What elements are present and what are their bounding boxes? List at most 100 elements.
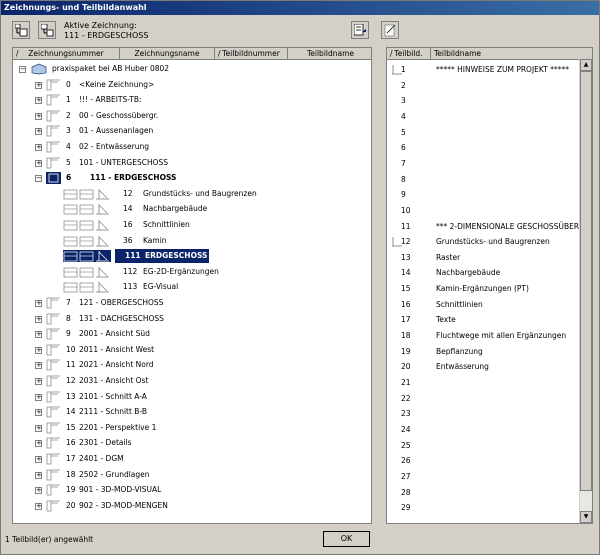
list-item[interactable]: 27	[387, 470, 579, 483]
tree-node[interactable]: +4 02 - Entwässerung	[35, 140, 355, 154]
tree-node[interactable]: 12 Grundstücks- und Baugrenzen	[63, 187, 371, 201]
tree-node[interactable]: 36 Kamin	[63, 234, 371, 248]
expand-icon[interactable]: +	[35, 331, 42, 339]
expand-icon[interactable]: +	[35, 378, 42, 385]
expand-icon[interactable]: +	[35, 346, 42, 354]
tree-node[interactable]: +15 2201 - Perspektive 1	[35, 421, 355, 435]
tree-node[interactable]: 16 Schnittlinien	[63, 218, 371, 232]
expand-icon[interactable]: +	[35, 159, 42, 167]
tree-node[interactable]: +17 2401 - DGM	[35, 452, 355, 466]
tree-root[interactable]: − praxispaket bei AB Huber 0802	[19, 62, 359, 76]
scroll-thumb[interactable]	[580, 71, 592, 491]
teilbild-status-icon[interactable]	[63, 188, 111, 200]
expand-icon[interactable]: +	[35, 456, 42, 463]
expand-icon[interactable]: +	[35, 393, 42, 401]
tree-node[interactable]: +2 00 - Geschossübergr.	[35, 109, 355, 123]
tree-node[interactable]: +9 2001 - Ansicht Süd	[35, 327, 355, 341]
list-item[interactable]: 4	[387, 110, 579, 123]
col-zeichnungsname[interactable]: Zeichnungsname	[120, 48, 215, 59]
tree-node[interactable]: +8 131 - DACHGESCHOSS	[35, 312, 355, 326]
list-item[interactable]: 12 Grundstücks- und Baugrenzen	[387, 235, 579, 248]
tree-node[interactable]: +12 2031 - Ansicht Ost	[35, 374, 355, 388]
list-item[interactable]: 19 Bepflanzung	[387, 345, 579, 358]
list-item[interactable]: 16 Schnittlinien	[387, 298, 579, 311]
list-item[interactable]: 23	[387, 407, 579, 420]
assign-button[interactable]	[351, 21, 369, 39]
scroll-up-icon[interactable]: ▲	[580, 59, 592, 71]
list-item[interactable]: 29	[387, 501, 579, 514]
tree-node[interactable]: +1 !!! - ARBEITS-TB:	[35, 93, 355, 107]
list-item[interactable]: 14 Nachbargebäude	[387, 266, 579, 279]
tree-view-button[interactable]	[12, 21, 30, 39]
list-item[interactable]: 18 Fluchtwege mit allen Ergänzungen	[387, 329, 579, 342]
list-item[interactable]: 1 ***** HINWEISE ZUM PROJEKT *****	[387, 63, 579, 76]
expand-icon[interactable]: +	[35, 440, 42, 448]
teilbild-status-icon[interactable]	[63, 266, 111, 278]
list-item[interactable]: 26	[387, 454, 579, 467]
list-item[interactable]: 17 Texte	[387, 313, 579, 326]
edit-teilbild-button[interactable]	[381, 21, 399, 39]
list-item[interactable]: 9	[387, 188, 579, 201]
tree-node[interactable]: 113 EG-Visual	[63, 280, 371, 294]
expand-icon[interactable]: +	[35, 144, 42, 151]
expand-icon[interactable]: +	[35, 424, 42, 432]
teilbild-list-pane[interactable]: / Teilbild. Teilbildname 1 ***** HINWEISE …	[386, 47, 593, 524]
list-item[interactable]: 22	[387, 392, 579, 405]
tree-node[interactable]: 112 EG-2D-Ergänzungen	[63, 265, 371, 279]
teilbild-status-icon[interactable]	[63, 250, 111, 263]
expand-icon[interactable]: +	[35, 315, 42, 323]
col-teilbild[interactable]: / Teilbild.	[387, 48, 431, 59]
teilbild-status-icon[interactable]	[63, 219, 111, 231]
tree-node[interactable]: +14 2111 - Schnitt B-B	[35, 405, 355, 419]
list-item[interactable]: 8	[387, 173, 579, 186]
expand-icon[interactable]: +	[35, 362, 42, 370]
vertical-scrollbar[interactable]: ▲ ▼	[579, 59, 592, 523]
list-item[interactable]: 15 Kamin-Ergänzungen (PT)	[387, 282, 579, 295]
list-item[interactable]: 2	[387, 79, 579, 92]
tree-node[interactable]: +10 2011 - Ansicht West	[35, 343, 355, 357]
tree-node[interactable]: − 6 111 - ERDGESCHOSS	[35, 171, 355, 185]
list-item[interactable]: 28	[387, 486, 579, 499]
collapse-icon[interactable]: −	[35, 175, 42, 183]
drawing-tree-pane[interactable]: / Zeichnungsnummer Zeichnungsname / Teilbi…	[12, 47, 372, 524]
expand-icon[interactable]: +	[35, 409, 42, 417]
list-item[interactable]: 13 Raster	[387, 251, 579, 264]
teilbild-status-icon[interactable]	[63, 235, 111, 247]
expand-icon[interactable]: +	[35, 502, 42, 510]
list-item[interactable]: 20 Entwässerung	[387, 360, 579, 373]
tree-node[interactable]: +18 2502 - Grundlagen	[35, 468, 355, 482]
tree-node[interactable]: 14 Nachbargebäude	[63, 202, 371, 216]
tree-node[interactable]: +5 101 - UNTERGESCHOSS	[35, 156, 355, 170]
expand-icon[interactable]: +	[35, 97, 42, 105]
tree-node[interactable]: +0 <Keine Zeichnung>	[35, 78, 355, 92]
ok-button[interactable]: OK	[323, 531, 370, 547]
list-item[interactable]: 21	[387, 376, 579, 389]
col-teilbildname[interactable]: Teilbildname	[288, 48, 371, 59]
list-item[interactable]: 6	[387, 141, 579, 154]
tree-node[interactable]: +19 901 - 3D-MOD-VISUAL	[35, 483, 355, 497]
tree-node[interactable]: 111 ERDGESCHOSS	[63, 249, 371, 264]
expand-icon[interactable]: +	[35, 81, 42, 89]
list-item[interactable]: 24	[387, 423, 579, 436]
list-item[interactable]: 3	[387, 94, 579, 107]
col-teilbildname-right[interactable]: Teilbildname	[431, 48, 592, 59]
teilbild-status-icon[interactable]	[63, 281, 111, 293]
tree-node[interactable]: +11 2021 - Ansicht Nord	[35, 358, 355, 372]
expand-icon[interactable]: +	[35, 128, 42, 136]
expand-icon[interactable]: +	[35, 487, 42, 495]
expand-icon[interactable]: +	[35, 471, 42, 479]
list-item[interactable]: 25	[387, 439, 579, 452]
list-item[interactable]: 5	[387, 126, 579, 139]
tree-node[interactable]: +16 2301 - Details	[35, 436, 355, 450]
tree-node[interactable]: +3 01 - Aussenanlagen	[35, 124, 355, 138]
list-item[interactable]: 10	[387, 204, 579, 217]
expand-icon[interactable]: +	[35, 112, 42, 120]
tree-node[interactable]: +7 121 - OBERGESCHOSS	[35, 296, 355, 310]
teilbild-status-icon[interactable]	[63, 203, 111, 215]
list-item[interactable]: 11 *** 2-DIMENSIONALE GESCHOSSÜBERGREIF	[387, 220, 592, 233]
expand-icon[interactable]: +	[35, 300, 42, 307]
structure-view-button[interactable]	[38, 21, 56, 39]
tree-node[interactable]: +13 2101 - Schnitt A-A	[35, 390, 355, 404]
list-item[interactable]: 7	[387, 157, 579, 170]
tree-node[interactable]: +20 902 - 3D-MOD-MENGEN	[35, 499, 355, 513]
